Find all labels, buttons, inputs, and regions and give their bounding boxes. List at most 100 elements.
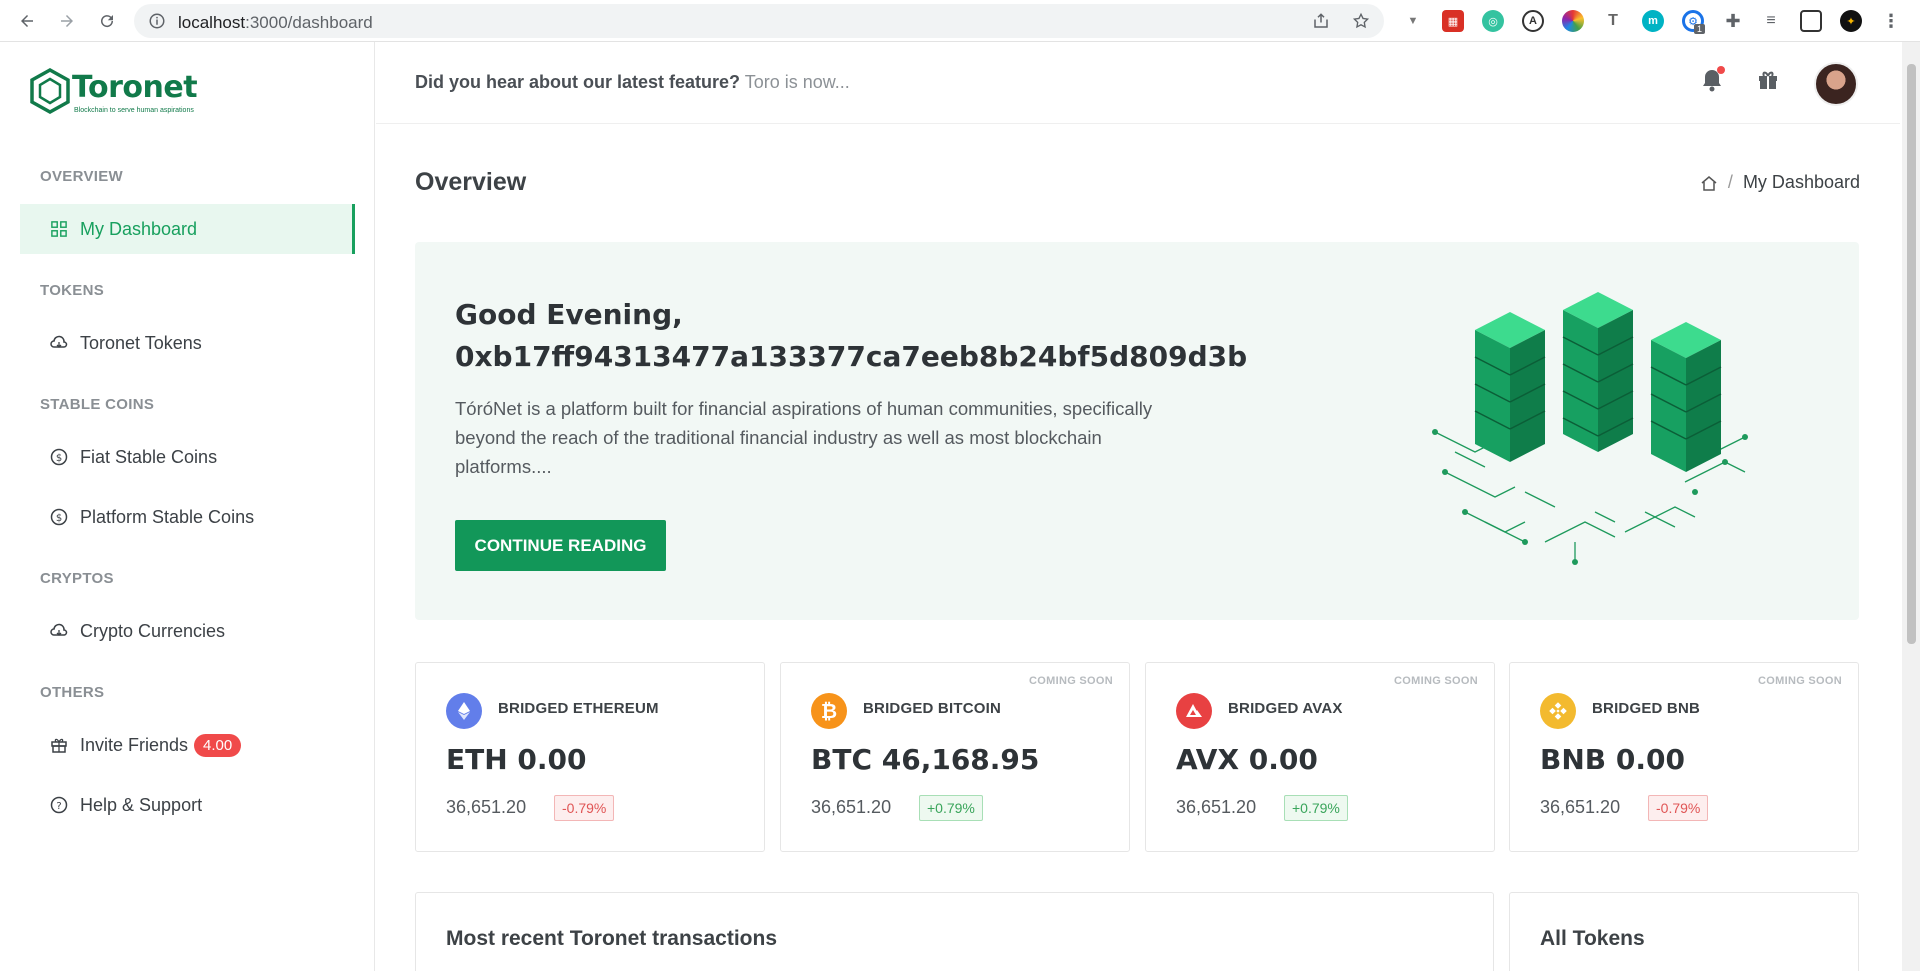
token-change-badge: +0.79% xyxy=(919,795,983,821)
avax-icon xyxy=(1176,693,1212,729)
sidebar-item-help-support[interactable]: ? Help & Support xyxy=(20,780,355,830)
section-stable-coins: STABLE COINS xyxy=(40,396,155,413)
sidebar-item-toronet-tokens[interactable]: Toronet Tokens xyxy=(20,318,355,368)
cloud-icon xyxy=(50,334,68,352)
section-cryptos: CRYPTOS xyxy=(40,570,114,587)
hero-description: TóróNet is a platform built for financia… xyxy=(455,398,1153,477)
token-subvalue: 36,651.20 xyxy=(1540,797,1621,817)
sidebar-item-label: Crypto Currencies xyxy=(80,620,226,641)
circle-extension-icon[interactable]: ◎ xyxy=(1482,10,1504,32)
section-overview: OVERVIEW xyxy=(40,168,123,185)
token-card-ethereum[interactable]: BRIDGED ETHEREUM ETH 0.00 36,651.20 -0.7… xyxy=(415,662,765,852)
grid-extension-icon[interactable]: ▦ xyxy=(1442,10,1464,32)
gift-icon[interactable] xyxy=(1754,66,1782,94)
media-icon[interactable]: ≡ xyxy=(1760,10,1782,32)
grid-icon xyxy=(50,220,68,238)
page-title: Overview xyxy=(415,168,527,196)
star-icon[interactable] xyxy=(1352,12,1370,30)
address-bar[interactable]: localhost:3000/dashboard xyxy=(134,4,1384,38)
coming-soon-label: COMING SOON xyxy=(1758,675,1842,687)
recent-transactions-panel: Most recent Toronet transactions xyxy=(415,892,1494,971)
forward-icon[interactable] xyxy=(54,8,80,34)
token-card-bnb[interactable]: COMING SOON BRIDGED BNB BNB 0.00 36,651.… xyxy=(1509,662,1859,852)
token-subvalue: 36,651.20 xyxy=(811,797,892,817)
home-icon[interactable] xyxy=(1700,174,1718,192)
sidebar-item-crypto-currencies[interactable]: Crypto Currencies xyxy=(20,606,355,656)
question-circle-icon: ? xyxy=(50,796,68,814)
wallet-address: 0xb17ff94313477a133377ca7eeb8b24bf5d809d… xyxy=(455,340,1248,373)
blockchain-servers-illustration xyxy=(1432,292,1748,565)
continue-reading-button[interactable]: CONTINUE READING xyxy=(455,520,666,571)
avatar[interactable] xyxy=(1814,62,1858,106)
info-icon[interactable] xyxy=(148,12,166,30)
url-text: localhost:3000/dashboard xyxy=(178,13,373,32)
coming-soon-label: COMING SOON xyxy=(1394,675,1478,687)
token-card-avax[interactable]: COMING SOON BRIDGED AVAX AVX 0.00 36,651… xyxy=(1145,662,1495,852)
bnb-icon xyxy=(1540,693,1576,729)
token-value: BTC 46,168.95 xyxy=(811,743,1040,776)
dollar-circle-icon: $ xyxy=(50,448,68,466)
token-name: BRIDGED BITCOIN xyxy=(863,700,1001,717)
svg-text:$: $ xyxy=(56,513,62,524)
breadcrumb-current: My Dashboard xyxy=(1742,172,1860,192)
extension-badge: 1 xyxy=(1694,24,1706,34)
scrollbar[interactable] xyxy=(1902,42,1920,971)
gift-icon xyxy=(50,736,68,754)
svg-text:$: $ xyxy=(56,453,62,464)
token-name: BRIDGED ETHEREUM xyxy=(498,700,659,717)
browser-toolbar: localhost:3000/dashboard ▼ ▦ ◎ A T m ⚙ 1… xyxy=(0,0,1920,42)
token-subvalue: 36,651.20 xyxy=(1176,797,1257,817)
a-extension-icon[interactable]: A xyxy=(1522,10,1544,32)
vector-extension-icon[interactable]: ▼ xyxy=(1402,10,1424,32)
token-value: ETH 0.00 xyxy=(446,743,587,776)
invite-badge: 4.00 xyxy=(194,733,242,757)
ethereum-icon xyxy=(446,693,482,729)
all-tokens-panel: All Tokens xyxy=(1509,892,1859,971)
puzzle-icon[interactable]: ✚ xyxy=(1722,10,1744,32)
token-change-badge: +0.79% xyxy=(1284,795,1348,821)
sidepanel-icon[interactable] xyxy=(1800,10,1822,32)
text-extension-icon[interactable]: T xyxy=(1602,10,1624,32)
section-tokens: TOKENS xyxy=(40,282,105,299)
token-subvalue: 36,651.20 xyxy=(446,797,527,817)
sidebar-item-my-dashboard[interactable]: My Dashboard xyxy=(20,204,355,254)
reload-icon[interactable] xyxy=(94,8,120,34)
sidebar-item-label: Help & Support xyxy=(80,794,203,815)
token-value: BNB 0.00 xyxy=(1540,743,1685,776)
back-icon[interactable] xyxy=(14,8,40,34)
sidebar-item-label: My Dashboard xyxy=(80,218,198,239)
brand-tagline: Blockchain to serve human aspirations xyxy=(74,107,194,114)
sidebar-item-platform-stable-coins[interactable]: $ Platform Stable Coins xyxy=(20,492,355,542)
dollar-circle-icon: $ xyxy=(50,508,68,526)
breadcrumb: / My Dashboard xyxy=(1700,172,1860,193)
m-extension-icon[interactable]: m xyxy=(1642,10,1664,32)
notification-dot xyxy=(1717,66,1725,74)
sidebar-item-label: Toronet Tokens xyxy=(80,332,202,353)
token-change-badge: -0.79% xyxy=(1648,795,1709,821)
sidebar-item-invite-friends[interactable]: Invite Friends 4.00 xyxy=(20,720,355,770)
bitcoin-icon: ₿ xyxy=(811,693,847,729)
menu-dots-icon[interactable]: ⋮ xyxy=(1880,10,1902,32)
brand-name: Toronet xyxy=(72,70,198,105)
color-wheel-extension-icon[interactable] xyxy=(1562,10,1584,32)
token-name: BRIDGED BNB xyxy=(1592,700,1701,717)
recent-transactions-title: Most recent Toronet transactions xyxy=(446,927,777,950)
all-tokens-title: All Tokens xyxy=(1540,927,1645,950)
cloud-icon xyxy=(50,622,68,640)
token-change-badge: -0.79% xyxy=(554,795,615,821)
greeting: Good Evening, 0xb17ff94313477a133377ca7e… xyxy=(455,294,1247,378)
token-value: AVX 0.00 xyxy=(1176,743,1318,776)
sidebar-item-label: Fiat Stable Coins xyxy=(80,446,218,467)
top-header: Did you hear about our latest feature? T… xyxy=(376,42,1900,124)
scroll-thumb[interactable] xyxy=(1907,64,1916,644)
welcome-banner: Good Evening, 0xb17ff94313477a133377ca7e… xyxy=(415,242,1859,620)
sidebar-item-label: Platform Stable Coins xyxy=(80,506,255,527)
token-name: BRIDGED AVAX xyxy=(1228,700,1343,717)
sidebar-item-label: Invite Friends xyxy=(80,734,189,755)
profile-icon[interactable]: ✦ xyxy=(1840,10,1862,32)
sidebar-item-fiat-stable-coins[interactable]: $ Fiat Stable Coins xyxy=(20,432,355,482)
announcement[interactable]: Did you hear about our latest feature? T… xyxy=(415,72,850,93)
token-card-bitcoin[interactable]: COMING SOON ₿ BRIDGED BITCOIN BTC 46,168… xyxy=(780,662,1130,852)
coming-soon-label: COMING SOON xyxy=(1029,675,1113,687)
share-icon[interactable] xyxy=(1312,12,1330,30)
